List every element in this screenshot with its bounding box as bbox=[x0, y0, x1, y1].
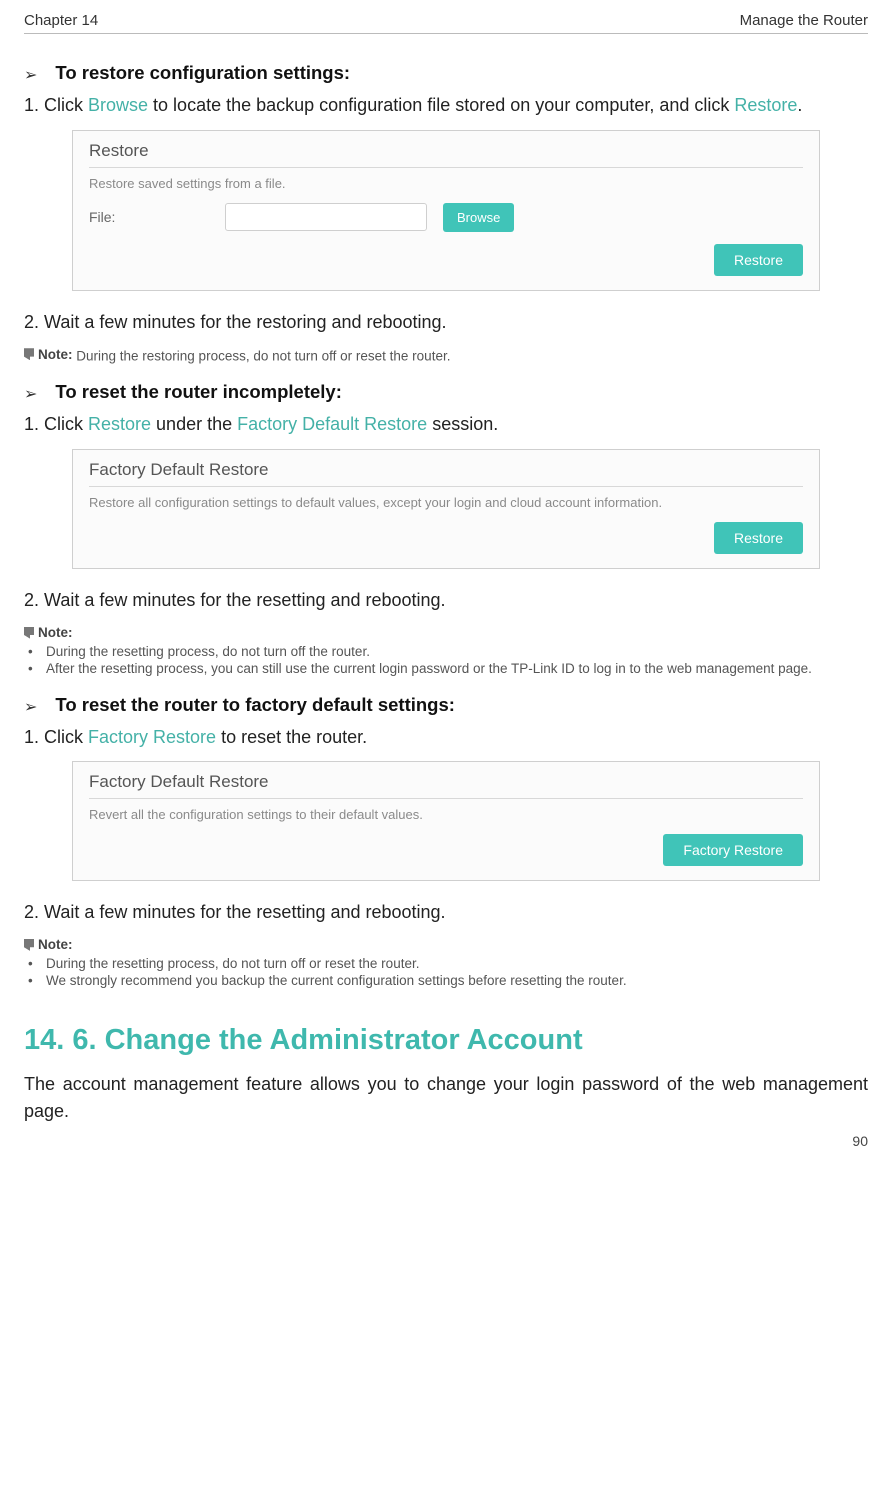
keyword-factory-default-restore: Factory Default Restore bbox=[237, 414, 427, 434]
text: . bbox=[797, 95, 802, 115]
note-icon bbox=[24, 627, 34, 639]
restore-button[interactable]: Restore bbox=[714, 244, 803, 276]
keyword-factory-restore: Factory Restore bbox=[88, 727, 216, 747]
step-text: 2. Wait a few minutes for the resetting … bbox=[24, 587, 868, 615]
heading-restore-config: ➢ To restore configuration settings: bbox=[24, 62, 868, 84]
step-text: 1. Click Browse to locate the backup con… bbox=[24, 92, 868, 120]
file-label: File: bbox=[89, 209, 209, 225]
text: under the bbox=[151, 414, 237, 434]
panel-subtitle: Restore all configuration settings to de… bbox=[89, 495, 803, 510]
text: session. bbox=[427, 414, 498, 434]
note-label: Note: bbox=[24, 937, 73, 952]
text: to reset the router. bbox=[216, 727, 367, 747]
chevron-icon: ➢ bbox=[24, 384, 37, 404]
page-number: 90 bbox=[852, 1133, 868, 1149]
heading-text: To reset the router incompletely: bbox=[55, 381, 341, 403]
heading-reset-incomplete: ➢ To reset the router incompletely: bbox=[24, 381, 868, 403]
note-label: Note: bbox=[24, 347, 73, 362]
note-icon bbox=[24, 348, 34, 360]
page-header: Chapter 14 Manage the Router bbox=[24, 12, 868, 34]
section-body: The account management feature allows yo… bbox=[24, 1071, 868, 1125]
chapter-label: Chapter 14 bbox=[24, 12, 98, 29]
text: 1. Click bbox=[24, 95, 88, 115]
browse-button[interactable]: Browse bbox=[443, 203, 514, 232]
chevron-icon: ➢ bbox=[24, 697, 37, 717]
panel-subtitle: Restore saved settings from a file. bbox=[89, 176, 803, 191]
chevron-icon: ➢ bbox=[24, 65, 37, 85]
note-word: Note: bbox=[38, 625, 73, 640]
restore-panel: Restore Restore saved settings from a fi… bbox=[72, 130, 820, 291]
step-text: 1. Click Factory Restore to reset the ro… bbox=[24, 724, 868, 752]
factory-restore-button[interactable]: Factory Restore bbox=[663, 834, 803, 866]
factory-default-restore-panel: Factory Default Restore Restore all conf… bbox=[72, 449, 820, 569]
note-block: Note: During the restoring process, do n… bbox=[24, 347, 868, 364]
note-word: Note: bbox=[38, 347, 73, 362]
keyword-restore: Restore bbox=[734, 95, 797, 115]
text: 1. Click bbox=[24, 727, 88, 747]
panel-subtitle: Revert all the configuration settings to… bbox=[89, 807, 803, 822]
note-icon bbox=[24, 939, 34, 951]
section-heading-change-admin: 14. 6. Change the Administrator Account bbox=[24, 1024, 868, 1057]
panel-title: Factory Default Restore bbox=[89, 460, 803, 487]
factory-restore-panel: Factory Default Restore Revert all the c… bbox=[72, 761, 820, 881]
note-label: Note: bbox=[24, 625, 73, 640]
panel-title: Factory Default Restore bbox=[89, 772, 803, 799]
note-word: Note: bbox=[38, 937, 73, 952]
note-bullet: During the resetting process, do not tur… bbox=[42, 956, 868, 971]
keyword-browse: Browse bbox=[88, 95, 148, 115]
panel-title: Restore bbox=[89, 141, 803, 168]
step-text: 1. Click Restore under the Factory Defau… bbox=[24, 411, 868, 439]
note-text: During the restoring process, do not tur… bbox=[73, 348, 451, 363]
heading-reset-factory: ➢ To reset the router to factory default… bbox=[24, 694, 868, 716]
file-input[interactable] bbox=[225, 203, 427, 231]
note-block: Note: During the resetting process, do n… bbox=[24, 625, 868, 676]
note-bullet: After the resetting process, you can sti… bbox=[42, 661, 868, 676]
note-bullet: During the resetting process, do not tur… bbox=[42, 644, 868, 659]
note-block: Note: During the resetting process, do n… bbox=[24, 937, 868, 988]
keyword-restore: Restore bbox=[88, 414, 151, 434]
text: 1. Click bbox=[24, 414, 88, 434]
note-bullet: We strongly recommend you backup the cur… bbox=[42, 973, 868, 988]
text: to locate the backup configuration file … bbox=[148, 95, 734, 115]
restore-button[interactable]: Restore bbox=[714, 522, 803, 554]
step-text: 2. Wait a few minutes for the resetting … bbox=[24, 899, 868, 927]
step-text: 2. Wait a few minutes for the restoring … bbox=[24, 309, 868, 337]
heading-text: To restore configuration settings: bbox=[55, 62, 350, 84]
chapter-title: Manage the Router bbox=[740, 12, 868, 29]
heading-text: To reset the router to factory default s… bbox=[55, 694, 455, 716]
